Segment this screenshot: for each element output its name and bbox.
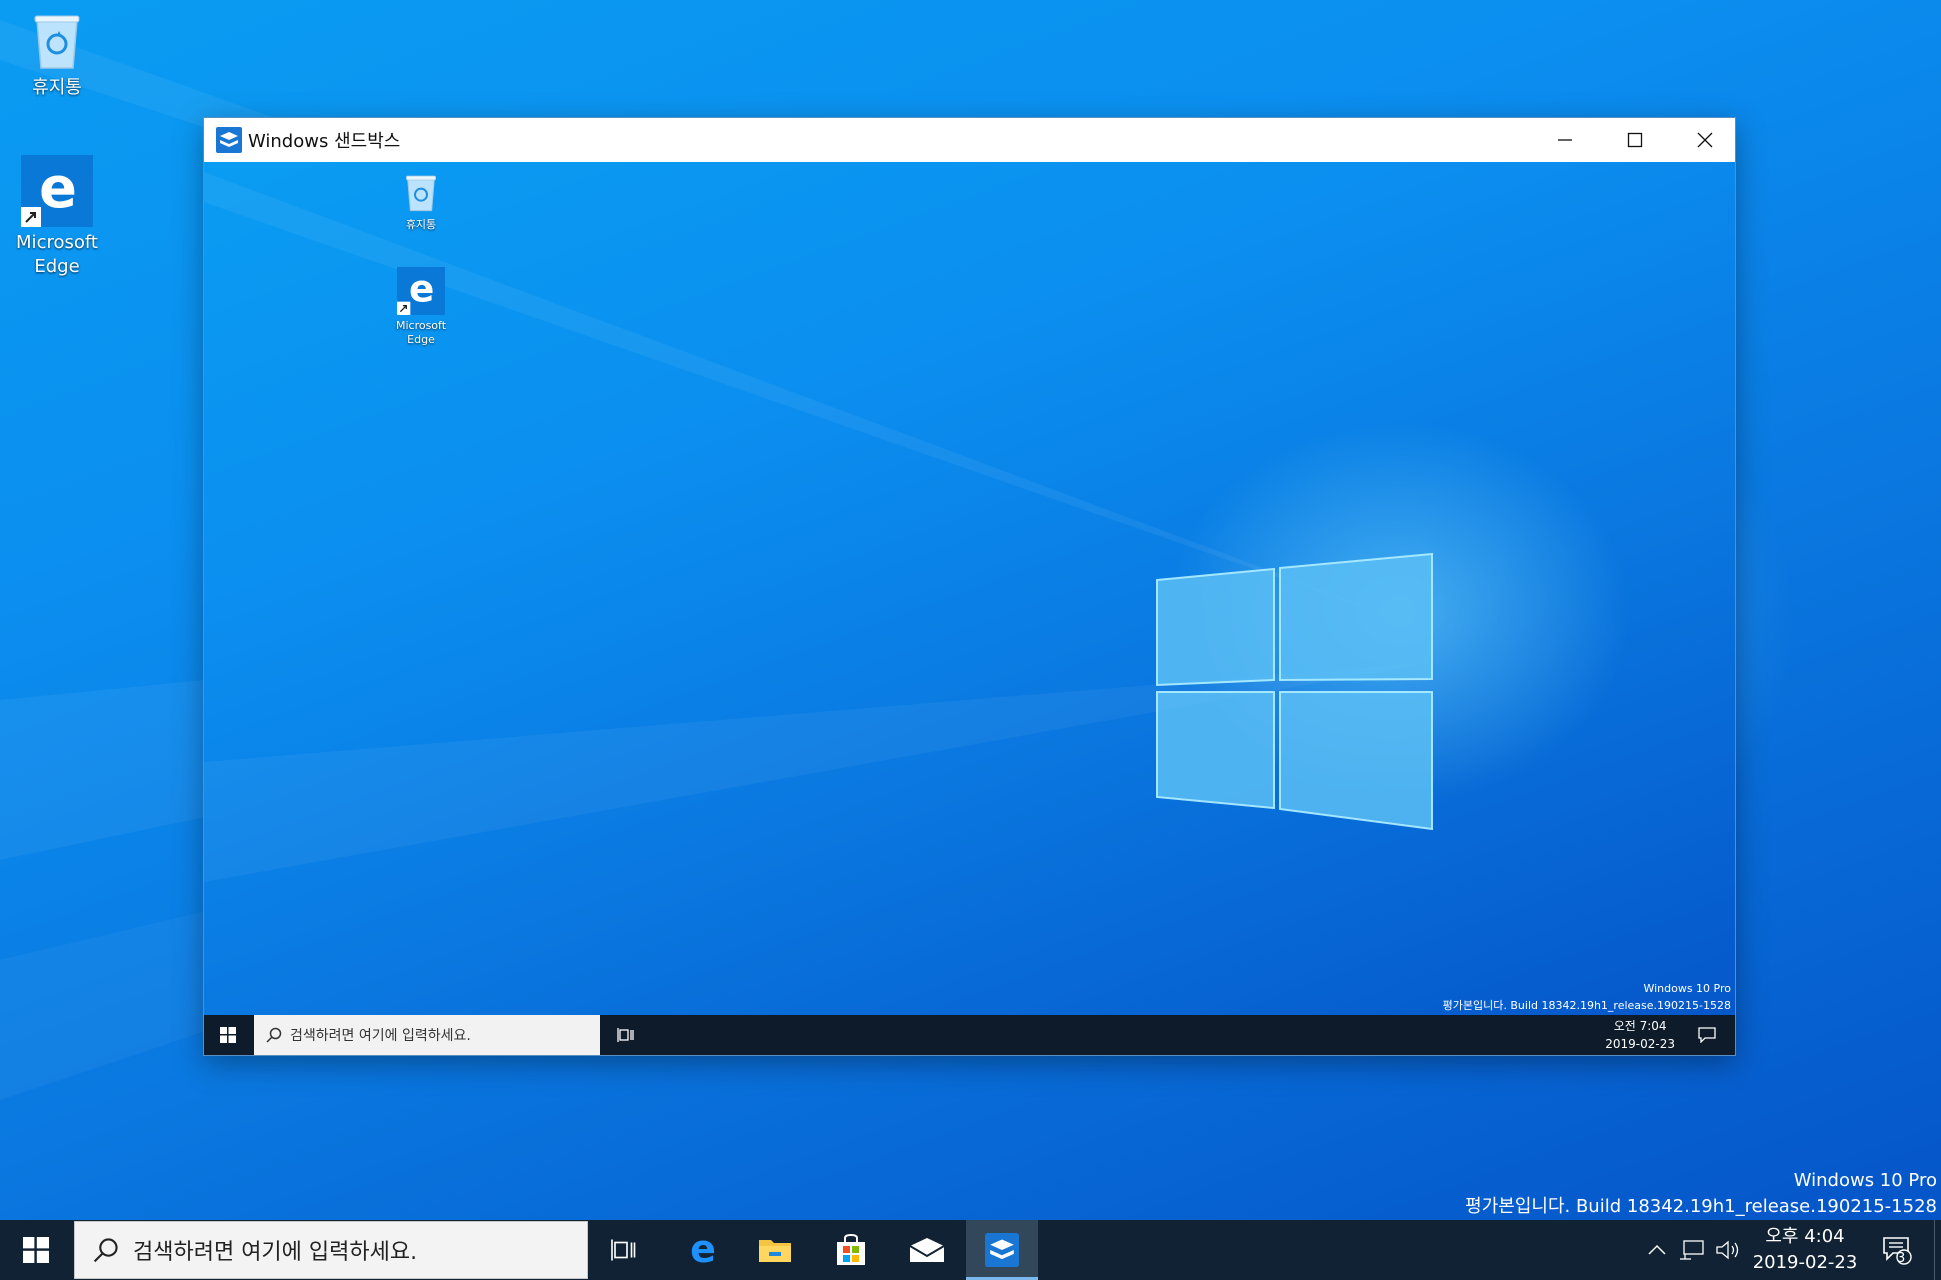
sandbox-time: 오전 7:04 bbox=[1613, 1019, 1667, 1033]
sandbox-task-view-button[interactable] bbox=[606, 1015, 646, 1055]
desktop: 휴지통 e Microsoft Edge Windows 10 Pro 평가본입… bbox=[0, 0, 1941, 1220]
maximize-button[interactable] bbox=[1600, 118, 1670, 162]
watermark-edition: Windows 10 Pro bbox=[1793, 1170, 1937, 1191]
sandbox-search-box[interactable]: 검색하려면 여기에 입력하세요. bbox=[254, 1015, 600, 1055]
search-box[interactable]: 검색하려면 여기에 입력하세요. bbox=[74, 1221, 588, 1279]
clock-time: 오후 4:04 bbox=[1765, 1226, 1845, 1247]
taskbar-file-explorer-button[interactable] bbox=[742, 1220, 808, 1280]
action-center-button[interactable]: 3 bbox=[1874, 1220, 1920, 1280]
sandbox-search-placeholder: 검색하려면 여기에 입력하세요. bbox=[290, 1028, 471, 1044]
system-clock[interactable]: 오후 4:04 2019-02-23 bbox=[1740, 1224, 1870, 1276]
desktop-icon-edge[interactable]: e Microsoft Edge bbox=[7, 155, 107, 279]
search-icon bbox=[93, 1238, 118, 1263]
network-button[interactable] bbox=[1674, 1220, 1710, 1280]
file-explorer-icon bbox=[759, 1240, 791, 1262]
minimize-button[interactable] bbox=[1530, 118, 1600, 162]
show-desktop-button[interactable] bbox=[1934, 1220, 1941, 1280]
task-view-icon bbox=[611, 1239, 636, 1261]
sandbox-window[interactable]: Windows 샌드박스 휴지통 e Microsoft Edge Window… bbox=[204, 118, 1735, 1055]
windows-logo-icon bbox=[23, 1237, 49, 1263]
watermark-build: 평가본입니다. Build 18342.19h1_release.190215-… bbox=[1465, 1196, 1937, 1217]
minimize-icon bbox=[1558, 139, 1572, 141]
sandbox-clock[interactable]: 오전 7:04 2019-02-23 bbox=[1605, 1017, 1675, 1053]
sandbox-start-button[interactable] bbox=[204, 1015, 252, 1055]
store-icon bbox=[837, 1233, 865, 1265]
sandbox-icon-label: Microsoft Edge bbox=[395, 319, 447, 346]
recycle-bin-icon bbox=[34, 15, 80, 69]
taskbar-sandbox-button[interactable] bbox=[966, 1220, 1038, 1280]
notification-count-badge: 3 bbox=[1897, 1251, 1906, 1266]
task-view-button[interactable] bbox=[594, 1220, 654, 1280]
windows-logo-icon bbox=[220, 1027, 236, 1043]
window-titlebar[interactable]: Windows 샌드박스 bbox=[204, 118, 1735, 162]
svg-text:e: e bbox=[39, 156, 77, 221]
show-hidden-icons-button[interactable] bbox=[1640, 1220, 1674, 1280]
close-icon bbox=[1697, 132, 1713, 148]
recycle-bin-icon bbox=[406, 175, 436, 212]
sandbox-icon-label: 휴지통 bbox=[405, 218, 437, 231]
taskbar-store-button[interactable] bbox=[818, 1220, 884, 1280]
close-button[interactable] bbox=[1670, 118, 1735, 162]
edge-icon: e bbox=[21, 155, 93, 227]
edge-icon: e bbox=[690, 1232, 716, 1268]
watermark-edition: Windows 10 Pro bbox=[1643, 982, 1731, 995]
sandbox-taskbar: 검색하려면 여기에 입력하세요. 오전 7:04 2019-02-23 bbox=[204, 1015, 1735, 1055]
taskbar: 검색하려면 여기에 입력하세요. e 오후 4:04 2019-02-23 3 bbox=[0, 1220, 1941, 1280]
mail-icon bbox=[909, 1238, 945, 1262]
maximize-icon bbox=[1627, 132, 1643, 148]
sandbox-date: 2019-02-23 bbox=[1605, 1037, 1675, 1051]
task-view-icon bbox=[617, 1028, 634, 1042]
clock-date: 2019-02-23 bbox=[1752, 1252, 1858, 1273]
sandbox-notification-button[interactable] bbox=[1689, 1015, 1725, 1055]
start-button[interactable] bbox=[0, 1220, 72, 1280]
watermark-build: 평가본입니다. Build 18342.19h1_release.190215-… bbox=[1442, 999, 1731, 1012]
search-placeholder: 검색하려면 여기에 입력하세요. bbox=[133, 1240, 418, 1265]
sandbox-icon bbox=[985, 1233, 1019, 1267]
desktop-icon-label: Microsoft Edge bbox=[16, 232, 98, 277]
taskbar-edge-button[interactable]: e bbox=[670, 1220, 736, 1280]
window-title: Windows 샌드박스 bbox=[248, 131, 401, 152]
desktop-watermark: Windows 10 Pro 평가본입니다. Build 18342.19h1_… bbox=[1465, 1168, 1937, 1220]
chevron-up-icon bbox=[1648, 1244, 1666, 1255]
svg-text:e: e bbox=[690, 1232, 716, 1268]
volume-icon bbox=[1716, 1240, 1739, 1260]
sandbox-icon-recycle-bin[interactable]: 휴지통 bbox=[391, 170, 451, 232]
desktop-icon-label: 휴지통 bbox=[32, 77, 82, 98]
desktop-icon-recycle-bin[interactable]: 휴지통 bbox=[7, 8, 107, 100]
search-icon bbox=[266, 1027, 282, 1043]
sandbox-watermark: Windows 10 Pro 평가본입니다. Build 18342.19h1_… bbox=[1443, 980, 1731, 1014]
sandbox-icon bbox=[216, 127, 242, 153]
svg-text:e: e bbox=[409, 267, 434, 311]
network-icon bbox=[1680, 1240, 1704, 1260]
notification-icon bbox=[1698, 1027, 1716, 1043]
sandbox-desktop: 휴지통 e Microsoft Edge Windows 10 Pro 평가본입… bbox=[204, 162, 1735, 1055]
sandbox-icon-edge[interactable]: e Microsoft Edge bbox=[391, 267, 451, 347]
edge-icon: e bbox=[397, 267, 445, 315]
taskbar-mail-button[interactable] bbox=[894, 1220, 960, 1280]
